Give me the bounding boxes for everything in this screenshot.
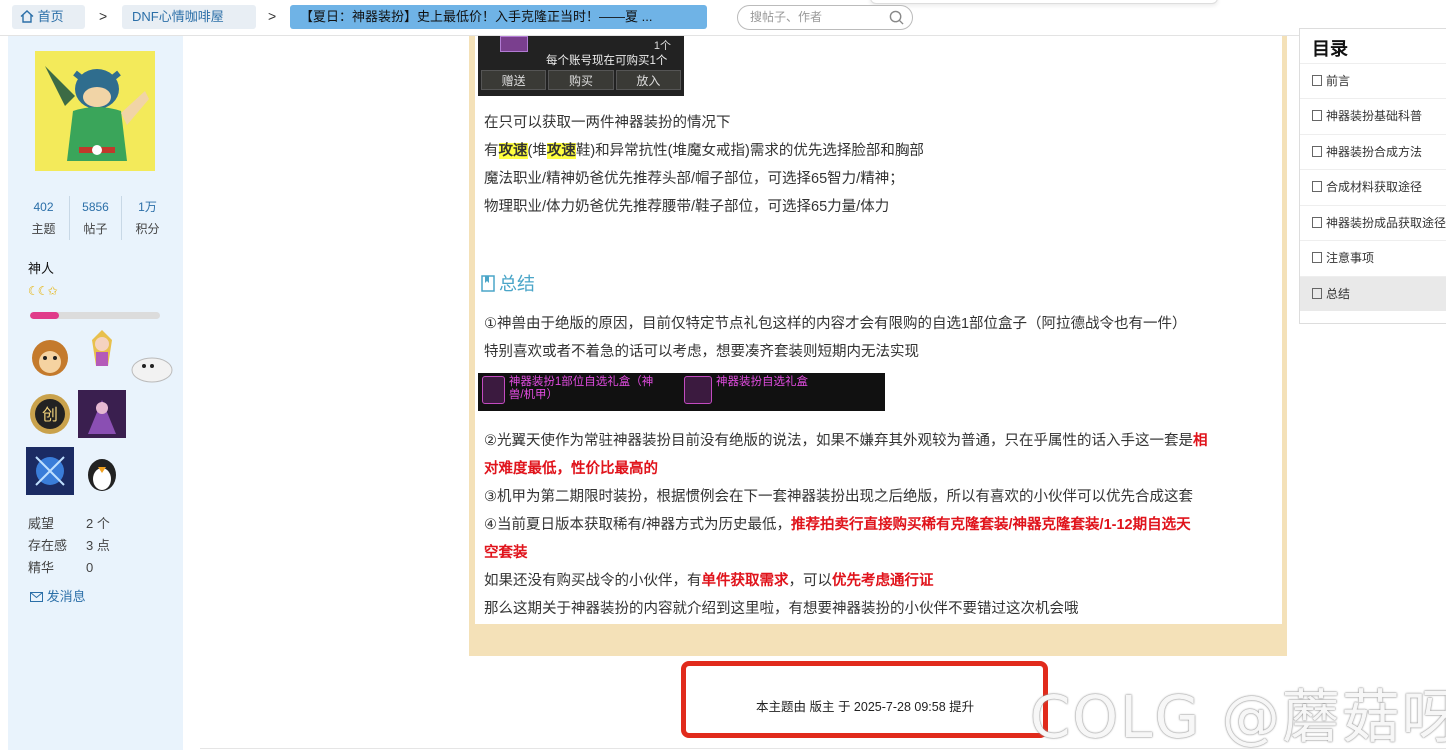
gift-box-screenshot: 神器装扮1部位自选礼盒（神兽/机甲） 神器装扮自选礼盒 xyxy=(478,373,885,411)
item-box-icon xyxy=(500,36,528,52)
table-of-contents: 目录 前言 神器装扮基础科普 神器装扮合成方法 合成材料获取途径 神器装扮成品获… xyxy=(1299,28,1446,324)
create-medal-icon[interactable]: 创 xyxy=(26,390,74,438)
chevron-right-icon: > xyxy=(268,8,277,24)
toc-item-basics[interactable]: 神器装扮基础科普 xyxy=(1300,98,1446,133)
send-message-link[interactable]: 发消息 xyxy=(30,586,86,605)
breadcrumb-forum[interactable]: DNF心情咖啡屋 xyxy=(122,5,256,29)
document-icon xyxy=(1312,75,1322,86)
post-paragraph: 空套装 xyxy=(484,545,528,561)
monkey-medal-icon[interactable] xyxy=(26,332,74,380)
breadcrumb: 首页 > DNF心情咖啡屋 > 【夏日：神器装扮】史上最低价！入手克隆正当时！—… xyxy=(0,0,1446,36)
bookmark-icon xyxy=(481,275,495,292)
toc-item-notes[interactable]: 注意事项 xyxy=(1300,240,1446,275)
home-icon xyxy=(20,10,34,23)
stat-points[interactable]: 1万 积分 xyxy=(122,196,173,240)
level-progress-bar xyxy=(30,312,160,319)
chevron-right-icon: > xyxy=(99,8,108,24)
breadcrumb-thread[interactable]: 【夏日：神器装扮】史上最低价！入手克隆正当时！——夏 ... xyxy=(290,5,707,29)
shop-quantity: 1个 xyxy=(653,40,671,52)
divider xyxy=(200,748,1446,749)
toc-item-acquisition[interactable]: 神器装扮成品获取途径 xyxy=(1300,205,1446,240)
post-paragraph: 如果还没有购买战令的小伙伴，有单件获取需求，可以优先考虑通行证 xyxy=(484,573,934,589)
attr-digest: 精华 0 xyxy=(28,560,94,575)
post-paragraph: 在只可以获取一两件神器装扮的情况下 xyxy=(484,115,731,131)
seal-medal-icon[interactable] xyxy=(128,340,176,388)
breadcrumb-home-label: 首页 xyxy=(37,9,64,24)
penguin-medal-icon[interactable] xyxy=(78,447,126,495)
attr-prestige: 威望 2 个 xyxy=(28,516,110,531)
attr-presence: 存在感 3 点 xyxy=(28,538,110,553)
post-paragraph: 有攻速(堆攻速鞋)和异常抗性(堆魔女戒指)需求的优先选择脸部和胸部 xyxy=(484,143,924,159)
user-stats: 402 主题 5856 帖子 1万 积分 xyxy=(18,196,173,240)
section-heading: 总结 xyxy=(481,270,535,296)
svg-text:创: 创 xyxy=(42,405,58,424)
search-input[interactable]: 搜帖子、作者 xyxy=(737,5,913,30)
document-icon xyxy=(1312,110,1322,121)
post-paragraph: 魔法职业/精神奶爸优先推荐头部/帽子部位，可选择65智力/精神； xyxy=(484,171,904,187)
toc-item-synthesis[interactable]: 神器装扮合成方法 xyxy=(1300,134,1446,169)
post-container: 1个 每个账号现在可购买1个 赠送 购买 放入 在只可以获取一两件神器装扮的情况… xyxy=(469,36,1287,656)
shop-limit-text: 每个账号现在可购买1个 xyxy=(546,55,668,67)
buy-button: 购买 xyxy=(548,70,614,90)
breadcrumb-home[interactable]: 首页 xyxy=(12,5,85,29)
avatar[interactable] xyxy=(35,51,155,171)
bump-notice-highlight: 本主题由 版主 于 2025-7-28 09:58 提升 xyxy=(681,661,1048,738)
post-paragraph: ①神兽由于绝版的原因，目前仅特定节点礼包这样的内容才会有限购的自选1部位盒子（阿… xyxy=(484,316,1187,332)
girl-medal-icon[interactable] xyxy=(78,326,126,374)
document-icon xyxy=(1312,217,1322,228)
search-icon[interactable] xyxy=(889,10,904,25)
stat-posts[interactable]: 5856 帖子 xyxy=(70,196,122,240)
toc-title: 目录 xyxy=(1312,39,1348,59)
gift-item: 神器装扮自选礼盒 xyxy=(684,376,874,406)
put-in-button: 放入 xyxy=(615,70,681,90)
gift-box-icon xyxy=(482,376,505,404)
bump-notice: 本主题由 版主 于 2025-7-28 09:58 提升 xyxy=(756,700,975,714)
post-paragraph: 那么这期关于神器装扮的内容就介绍到这里啦，有想要神器装扮的小伙伴不要错过这次机会… xyxy=(484,601,1079,617)
post-paragraph: ②光翼天使作为常驻神器装扮目前没有绝版的说法，如果不嫌弃其外观较为普通，只在乎属… xyxy=(484,433,1208,449)
post-paragraph: 对难度最低，性价比最高的 xyxy=(484,461,658,477)
post-paragraph: 物理职业/体力奶爸优先推荐腰带/鞋子部位，可选择65力量/体力 xyxy=(484,199,890,215)
gift-box-icon xyxy=(684,376,712,404)
user-group-title: 神人 xyxy=(28,261,55,276)
author-sidebar: 402 主题 5856 帖子 1万 积分 神人 ☾☾✩ 创 威望 2 个 存在感 3… xyxy=(8,36,183,750)
toc-item-materials[interactable]: 合成材料获取途径 xyxy=(1300,169,1446,204)
toc-item-summary[interactable]: 总结 xyxy=(1300,276,1446,311)
post-paragraph: ③机甲为第二期限时装扮，根据惯例会在下一套神器装扮出现之后绝版，所以有喜欢的小伙… xyxy=(484,489,1193,505)
stat-topics[interactable]: 402 主题 xyxy=(18,196,70,240)
document-icon xyxy=(1312,181,1322,192)
user-attributes: 威望 2 个 存在感 3 点 精华 0 xyxy=(28,513,110,579)
toc-item-preface[interactable]: 前言 xyxy=(1300,63,1446,98)
watermark: COLG @蘑菇呀 xyxy=(1030,683,1446,750)
ice-medal-icon[interactable] xyxy=(26,447,74,495)
post-body: 1个 每个账号现在可购买1个 赠送 购买 放入 在只可以获取一两件神器装扮的情况… xyxy=(475,36,1282,624)
mail-icon xyxy=(30,592,43,602)
shop-buttons: 赠送 购买 放入 xyxy=(481,70,681,90)
level-progress-fill xyxy=(30,312,59,319)
document-icon xyxy=(1312,146,1322,157)
post-paragraph: 特别喜欢或者不着急的话可以考虑，想要凑齐套装则短期内无法实现 xyxy=(484,344,919,360)
post-paragraph: ④当前夏日版本获取稀有/神器方式为历史最低，推荐拍卖行直接购买稀有克隆套装/神器… xyxy=(484,517,1191,533)
search-placeholder: 搜帖子、作者 xyxy=(750,10,823,24)
game-shop-screenshot: 1个 每个账号现在可购买1个 赠送 购买 放入 xyxy=(478,36,684,96)
document-icon xyxy=(1312,252,1322,263)
document-icon xyxy=(1312,288,1322,299)
top-popup-card xyxy=(870,0,1218,4)
character-medal-icon[interactable] xyxy=(78,390,126,438)
level-moon-icon: ☾☾✩ xyxy=(28,284,58,298)
gift-button: 赠送 xyxy=(481,70,547,90)
gift-item: 神器装扮1部位自选礼盒（神兽/机甲） xyxy=(482,376,664,406)
